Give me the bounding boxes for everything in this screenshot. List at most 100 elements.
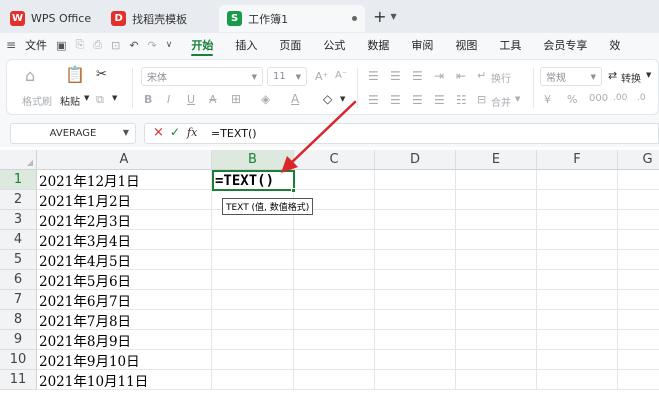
cell-a3[interactable]: 2021年2月3日: [37, 210, 212, 230]
cell-g2[interactable]: [618, 190, 659, 210]
eraser-chevron-icon[interactable]: ▼: [340, 95, 345, 103]
cell-c6[interactable]: [294, 270, 375, 290]
fill-color-icon[interactable]: ◈: [261, 92, 270, 106]
formula-input[interactable]: =TEXT(): [211, 127, 257, 140]
print-icon[interactable]: ⎙: [93, 38, 102, 52]
underline-icon[interactable]: U: [187, 93, 195, 106]
distribute-icon[interactable]: ☷: [456, 93, 467, 107]
strikethrough-icon[interactable]: A: [209, 93, 217, 106]
cell-e1[interactable]: [456, 170, 537, 190]
cell-e4[interactable]: [456, 230, 537, 250]
cell-d3[interactable]: [375, 210, 456, 230]
merge-icon[interactable]: ⊟: [477, 93, 486, 106]
cell-g10[interactable]: [618, 350, 659, 370]
confirm-check-icon[interactable]: ✓: [170, 125, 180, 139]
cell-e10[interactable]: [456, 350, 537, 370]
cell-a8[interactable]: 2021年7月8日: [37, 310, 212, 330]
increase-decimal-icon[interactable]: .00: [613, 93, 627, 103]
align-left-icon[interactable]: ☰: [368, 93, 379, 107]
cell-b4[interactable]: [212, 230, 294, 250]
cell-g11[interactable]: [618, 370, 659, 390]
column-header-g[interactable]: G: [618, 150, 659, 170]
cell-b10[interactable]: [212, 350, 294, 370]
format-painter-icon[interactable]: ⌂: [25, 66, 35, 85]
hamburger-menu-icon[interactable]: ≡: [6, 38, 16, 52]
menu-review[interactable]: 审阅: [400, 33, 444, 57]
number-format-select[interactable]: 常规 ▼: [540, 67, 602, 86]
cell-b8[interactable]: [212, 310, 294, 330]
row-header-8[interactable]: 8: [0, 310, 37, 330]
column-header-e[interactable]: E: [456, 150, 537, 170]
decrease-decimal-icon[interactable]: .0: [637, 93, 646, 103]
cell-a7[interactable]: 2021年6月7日: [37, 290, 212, 310]
align-center-icon[interactable]: ☰: [390, 93, 401, 107]
align-top-icon[interactable]: ☰: [368, 69, 379, 83]
row-header-11[interactable]: 11: [0, 370, 37, 390]
column-header-f[interactable]: F: [537, 150, 618, 170]
paste-chevron-icon[interactable]: ▼: [84, 94, 89, 102]
cell-d1[interactable]: [375, 170, 456, 190]
merge-label[interactable]: 合并: [491, 94, 511, 109]
paste-icon[interactable]: 📋: [65, 65, 85, 84]
cell-a11[interactable]: 2021年10月11日: [37, 370, 212, 390]
row-header-10[interactable]: 10: [0, 350, 37, 370]
cell-e11[interactable]: [456, 370, 537, 390]
menu-tools[interactable]: 工具: [488, 33, 532, 57]
eraser-clear-icon[interactable]: ◇: [323, 92, 332, 106]
cell-f4[interactable]: [537, 230, 618, 250]
cell-a6[interactable]: 2021年5月6日: [37, 270, 212, 290]
row-header-7[interactable]: 7: [0, 290, 37, 310]
decrease-font-icon[interactable]: A⁻: [335, 70, 347, 81]
active-cell-b1[interactable]: =TEXT(): [212, 170, 295, 191]
cell-b11[interactable]: [212, 370, 294, 390]
menu-home[interactable]: 开始: [180, 33, 224, 57]
format-painter-label[interactable]: 格式刷: [22, 93, 52, 108]
cell-g5[interactable]: [618, 250, 659, 270]
cell-c5[interactable]: [294, 250, 375, 270]
cell-b9[interactable]: [212, 330, 294, 350]
outdent-icon[interactable]: ⇤: [456, 69, 466, 83]
cell-b7[interactable]: [212, 290, 294, 310]
wrap-text-icon[interactable]: ↵: [477, 69, 486, 82]
row-header-3[interactable]: 3: [0, 210, 37, 230]
cell-f8[interactable]: [537, 310, 618, 330]
currency-icon[interactable]: ¥: [544, 93, 551, 106]
cell-c8[interactable]: [294, 310, 375, 330]
bold-icon[interactable]: B: [144, 93, 152, 106]
italic-icon[interactable]: I: [167, 93, 170, 106]
convert-chevron-icon[interactable]: ▼: [646, 71, 651, 79]
cell-g9[interactable]: [618, 330, 659, 350]
row-header-9[interactable]: 9: [0, 330, 37, 350]
align-right-icon[interactable]: ☰: [412, 93, 423, 107]
row-header-1[interactable]: 1: [0, 170, 37, 190]
column-header-b[interactable]: B: [212, 150, 294, 170]
cell-c9[interactable]: [294, 330, 375, 350]
cell-e5[interactable]: [456, 250, 537, 270]
convert-icon[interactable]: ⇄: [608, 69, 617, 82]
wrap-text-label[interactable]: 换行: [491, 70, 511, 85]
menu-insert[interactable]: 插入: [224, 33, 268, 57]
cell-d4[interactable]: [375, 230, 456, 250]
cell-e2[interactable]: [456, 190, 537, 210]
cell-a10[interactable]: 2021年9月10日: [37, 350, 212, 370]
cell-c7[interactable]: [294, 290, 375, 310]
cell-b5[interactable]: [212, 250, 294, 270]
menu-member[interactable]: 会员专享: [532, 33, 598, 57]
cell-a5[interactable]: 2021年4月5日: [37, 250, 212, 270]
cell-g8[interactable]: [618, 310, 659, 330]
cell-d6[interactable]: [375, 270, 456, 290]
column-header-a[interactable]: A: [37, 150, 212, 170]
cell-e9[interactable]: [456, 330, 537, 350]
cell-f2[interactable]: [537, 190, 618, 210]
row-header-2[interactable]: 2: [0, 190, 37, 210]
cut-icon[interactable]: ✂: [96, 67, 107, 82]
save-icon[interactable]: ▣: [56, 39, 66, 52]
cell-d2[interactable]: [375, 190, 456, 210]
cell-a4[interactable]: 2021年3月4日: [37, 230, 212, 250]
align-middle-icon[interactable]: ☰: [390, 69, 401, 83]
menu-view[interactable]: 视图: [444, 33, 488, 57]
column-header-c[interactable]: C: [294, 150, 375, 170]
cell-c1[interactable]: [294, 170, 375, 190]
redo-icon[interactable]: ↷: [148, 39, 157, 52]
merge-chevron-icon[interactable]: ▼: [515, 95, 520, 103]
